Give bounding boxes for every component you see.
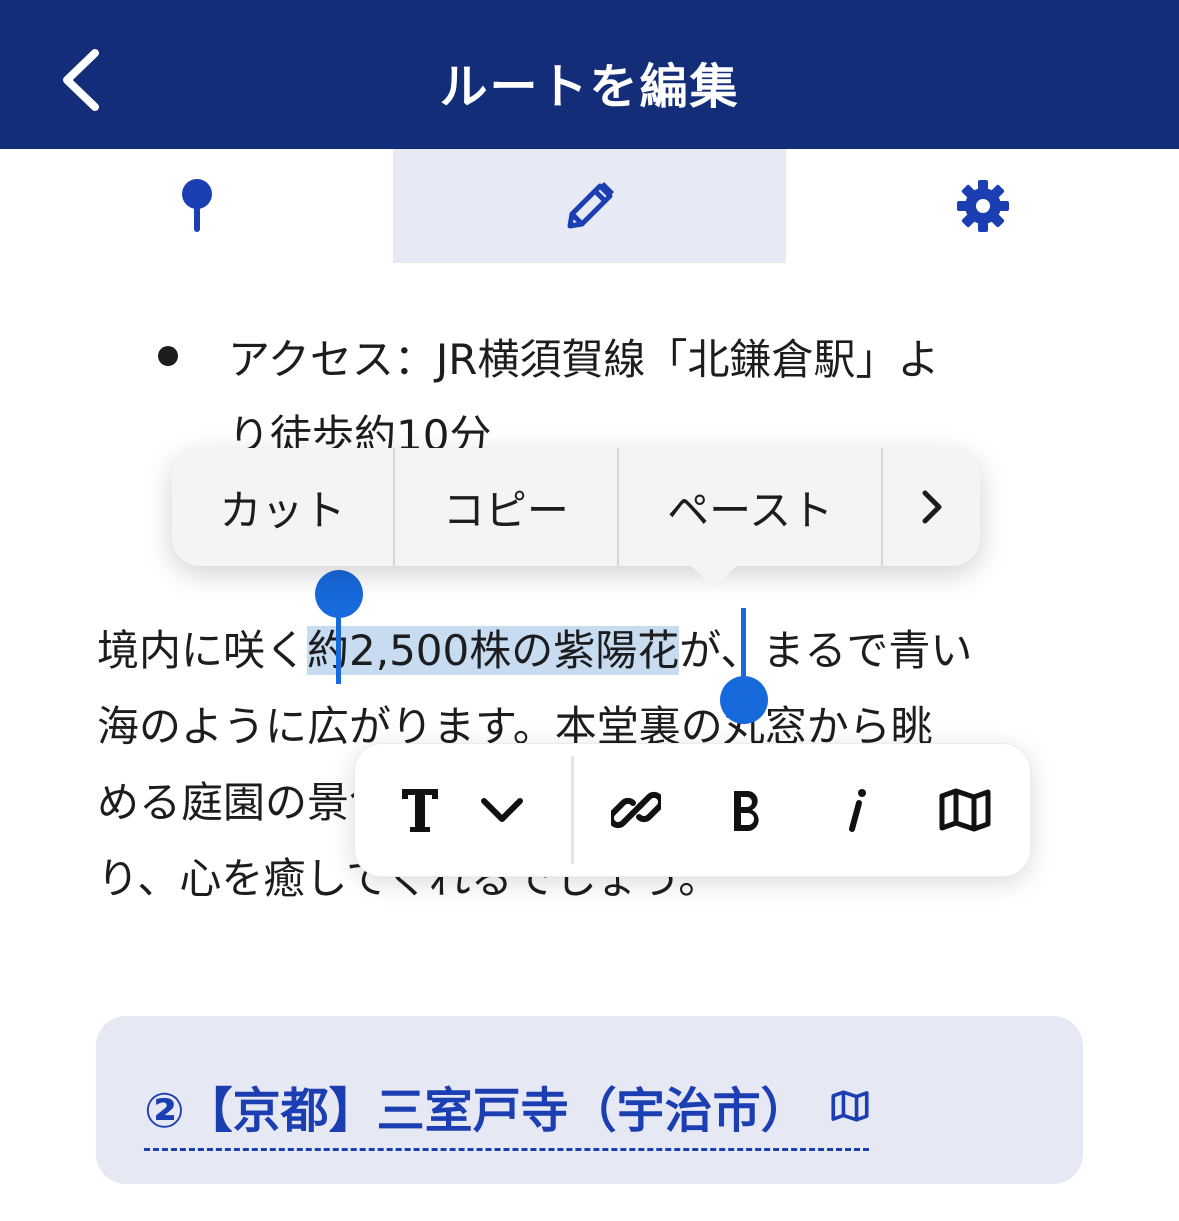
- copy-button[interactable]: コピー: [395, 448, 619, 566]
- text-style-button[interactable]: [385, 744, 455, 876]
- italic-button[interactable]: [821, 744, 891, 876]
- bullet-point: [158, 346, 178, 366]
- pencil-icon: [567, 182, 614, 229]
- bold-icon: [734, 791, 759, 831]
- map-icon: [831, 1090, 869, 1122]
- selection-start-caret: [336, 608, 341, 684]
- spot-title[interactable]: ②【京都】三室戸寺（宇治市）: [144, 1068, 869, 1151]
- map-pin-icon: [181, 179, 212, 232]
- text-before-selection: 境内に咲く: [97, 626, 308, 675]
- spot-card[interactable]: ②【京都】三室戸寺（宇治市）: [96, 1016, 1083, 1184]
- link-icon: [611, 791, 661, 829]
- edit-context-menu: カット コピー ペースト: [172, 448, 980, 587]
- chevron-right-icon: [922, 490, 942, 524]
- selected-text[interactable]: 約2,500株の紫陽花: [307, 626, 680, 675]
- text-style-icon: [402, 789, 438, 832]
- paragraph-line-1: 境内に咲く約2,500株の紫陽花が、まるで青い: [97, 613, 1097, 689]
- selection-start-handle[interactable]: [315, 570, 363, 618]
- bullet-line-1: アクセス：JR横須賀線「北鎌倉駅」よ: [228, 335, 940, 384]
- map-button[interactable]: [929, 744, 1001, 876]
- paste-button[interactable]: ペースト: [619, 448, 884, 566]
- page-title: ルートを編集: [439, 59, 740, 115]
- text-style-dropdown[interactable]: [467, 744, 537, 876]
- bold-button[interactable]: [711, 744, 781, 876]
- map-icon: [939, 788, 991, 832]
- more-options-button[interactable]: [883, 448, 980, 566]
- tab-location[interactable]: [0, 149, 393, 263]
- tab-settings[interactable]: [786, 149, 1179, 263]
- chevron-left-icon: [63, 49, 99, 111]
- format-toolbar: [354, 743, 1031, 877]
- text-after-selection: が、まるで青い: [679, 626, 973, 675]
- spot-title-text: ②【京都】三室戸寺（宇治市）: [144, 1083, 809, 1139]
- back-button[interactable]: [40, 40, 120, 120]
- chevron-down-icon: [481, 798, 523, 822]
- gear-icon: [956, 180, 1009, 232]
- link-button[interactable]: [601, 744, 671, 876]
- app-header: ルートを編集: [0, 0, 1179, 149]
- toolbar-divider: [571, 756, 574, 864]
- cut-button[interactable]: カット: [172, 448, 395, 566]
- italic-icon: [849, 789, 866, 832]
- selection-end-handle[interactable]: [720, 676, 768, 724]
- tab-bar: [0, 149, 1179, 263]
- tab-edit[interactable]: [393, 149, 786, 263]
- spot-map-link[interactable]: [831, 1090, 869, 1122]
